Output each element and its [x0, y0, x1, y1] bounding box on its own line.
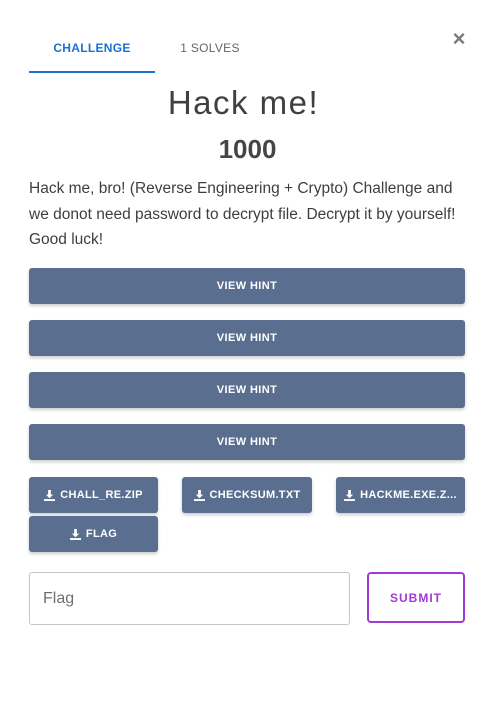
file-label: CHECKSUM.TXT	[209, 489, 301, 501]
download-icon	[44, 489, 56, 501]
tab-solves[interactable]: 1 SOLVES	[165, 30, 255, 73]
file-download-checksum-txt[interactable]: CHECKSUM.TXT	[182, 477, 312, 513]
flag-input[interactable]	[29, 572, 350, 625]
view-hint-button-2[interactable]: VIEW HINT	[29, 320, 465, 356]
file-download-flag[interactable]: FLAG	[29, 516, 158, 552]
view-hint-button-1[interactable]: VIEW HINT	[29, 268, 465, 304]
view-hint-button-3[interactable]: VIEW HINT	[29, 372, 465, 408]
file-download-hackme-exe-zip[interactable]: HACKME.EXE.Z...	[336, 477, 465, 513]
file-download-chall-re-zip[interactable]: CHALL_RE.ZIP	[29, 477, 158, 513]
file-label: FLAG	[85, 528, 118, 540]
download-icon	[69, 528, 81, 540]
tab-bar: CHALLENGE 1 SOLVES	[29, 30, 465, 74]
download-icon	[193, 489, 205, 501]
file-label: HACKME.EXE.Z...	[360, 489, 457, 501]
submit-button[interactable]: SUBMIT	[367, 572, 465, 623]
challenge-points: 1000	[218, 134, 277, 164]
file-label: CHALL_RE.ZIP	[60, 489, 143, 501]
tab-challenge[interactable]: CHALLENGE	[29, 30, 155, 73]
challenge-title: Hack me!	[167, 84, 320, 121]
download-icon	[344, 489, 356, 501]
challenge-description: Hack me, bro! (Reverse Engineering + Cry…	[29, 180, 456, 248]
view-hint-button-4[interactable]: VIEW HINT	[29, 424, 465, 460]
